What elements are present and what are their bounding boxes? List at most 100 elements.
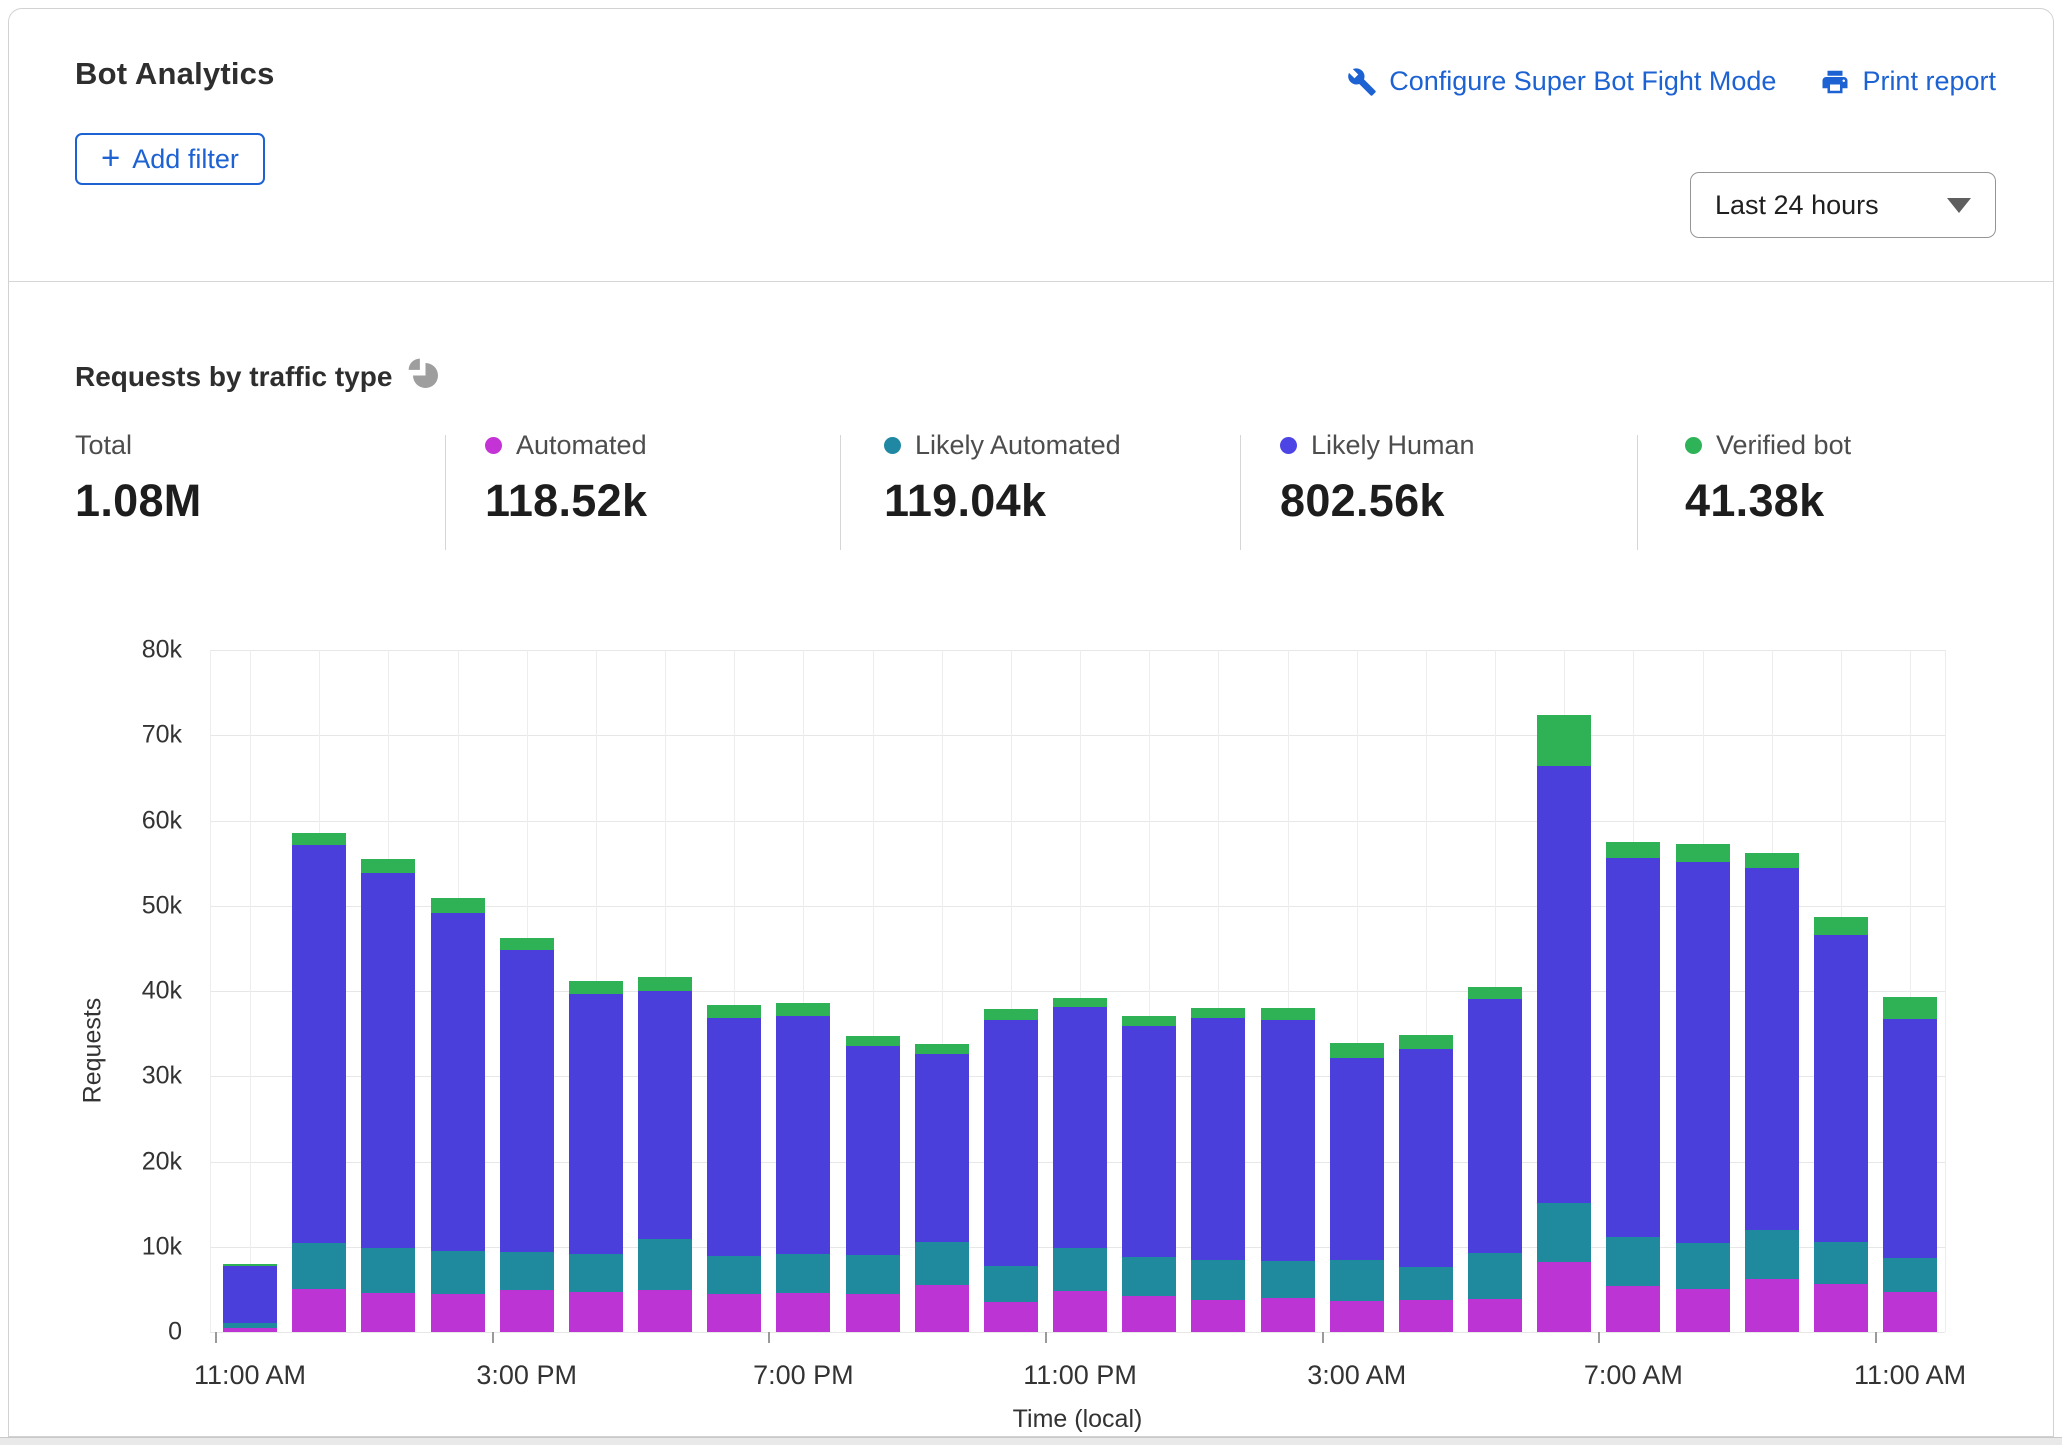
stat-divider	[1240, 435, 1241, 550]
bar-8-00-am[interactable]	[1676, 844, 1730, 1332]
section-heading: Requests by traffic type	[75, 358, 438, 395]
likely-human-segment	[431, 913, 485, 1251]
likely-automated-segment	[846, 1255, 900, 1294]
stat-likely-automated[interactable]: Likely Automated119.04k	[884, 430, 1121, 527]
automated-segment	[223, 1328, 277, 1332]
likely-human-segment	[1676, 862, 1730, 1243]
automated-segment	[846, 1294, 900, 1332]
bar-4-00-am[interactable]	[1399, 1035, 1453, 1332]
legend-dot	[884, 437, 901, 454]
likely-human-segment	[1814, 935, 1868, 1243]
bar-1-00-pm[interactable]	[361, 859, 415, 1332]
y-axis-tick-label: 0	[92, 1318, 182, 1347]
verified-bot-segment	[1399, 1035, 1453, 1049]
likely-human-segment	[1122, 1026, 1176, 1257]
stat-label: Likely Automated	[915, 430, 1121, 461]
add-filter-button[interactable]: + Add filter	[75, 133, 265, 185]
stat-label: Total	[75, 430, 132, 461]
x-axis-tick-label: 11:00 AM	[194, 1360, 306, 1391]
bar-11-00-am[interactable]	[1883, 997, 1937, 1332]
gridline-vertical	[210, 650, 211, 1332]
likely-automated-segment	[984, 1266, 1038, 1303]
legend-dot	[1685, 437, 1702, 454]
bar-12-00-pm[interactable]	[292, 833, 346, 1332]
x-axis-tick-label: 7:00 PM	[753, 1360, 854, 1391]
likely-human-segment	[1606, 858, 1660, 1237]
verified-bot-segment	[1676, 844, 1730, 862]
printer-icon	[1820, 67, 1850, 97]
bar-3-00-pm[interactable]	[500, 938, 554, 1332]
stat-divider	[445, 435, 446, 550]
verified-bot-segment	[569, 981, 623, 995]
stats-row: Total1.08M Automated118.52k Likely Automat…	[0, 430, 2062, 560]
likely-human-segment	[984, 1020, 1038, 1266]
stat-value: 41.38k	[1685, 475, 1851, 527]
legend-dot	[1280, 437, 1297, 454]
verified-bot-segment	[223, 1264, 277, 1266]
likely-automated-segment	[1122, 1257, 1176, 1296]
page-title: Bot Analytics	[75, 56, 275, 92]
likely-automated-segment	[1606, 1237, 1660, 1286]
gridline-horizontal	[210, 735, 1945, 736]
verified-bot-segment	[1883, 997, 1937, 1019]
stat-automated[interactable]: Automated118.52k	[485, 430, 647, 527]
likely-human-segment	[500, 950, 554, 1252]
gridline-horizontal	[210, 821, 1945, 822]
stat-verified-bot[interactable]: Verified bot41.38k	[1685, 430, 1851, 527]
automated-segment	[1053, 1291, 1107, 1332]
likely-human-segment	[1883, 1019, 1937, 1258]
likely-human-segment	[569, 994, 623, 1254]
bar-7-00-am[interactable]	[1606, 842, 1660, 1332]
likely-human-segment	[1261, 1020, 1315, 1261]
likely-automated-segment	[776, 1254, 830, 1293]
bar-6-00-am[interactable]	[1537, 715, 1591, 1332]
bar-11-00-am[interactable]	[223, 1264, 277, 1332]
likely-automated-segment	[1676, 1243, 1730, 1289]
automated-segment	[707, 1294, 761, 1332]
bar-2-00-am[interactable]	[1261, 1008, 1315, 1332]
y-axis-tick-label: 10k	[92, 1232, 182, 1261]
bar-12-00-am[interactable]	[1122, 1016, 1176, 1332]
verified-bot-segment	[776, 1003, 830, 1016]
print-report-link[interactable]: Print report	[1820, 66, 1996, 97]
bar-7-00-pm[interactable]	[776, 1003, 830, 1332]
likely-automated-segment	[1468, 1253, 1522, 1299]
time-range-select[interactable]: Last 24 hours	[1690, 172, 1996, 238]
bar-9-00-pm[interactable]	[915, 1044, 969, 1332]
x-axis-tick-mark	[1322, 1332, 1324, 1343]
likely-automated-segment	[1191, 1260, 1245, 1300]
automated-segment	[1330, 1301, 1384, 1332]
bar-10-00-pm[interactable]	[984, 1009, 1038, 1332]
bar-5-00-pm[interactable]	[638, 977, 692, 1332]
verified-bot-segment	[1330, 1043, 1384, 1058]
configure-super-bot-fight-mode-link[interactable]: Configure Super Bot Fight Mode	[1347, 66, 1776, 97]
automated-segment	[1399, 1300, 1453, 1332]
automated-segment	[431, 1294, 485, 1332]
likely-human-segment	[1537, 766, 1591, 1203]
bar-1-00-am[interactable]	[1191, 1008, 1245, 1332]
stat-divider	[1637, 435, 1638, 550]
bar-10-00-am[interactable]	[1814, 917, 1868, 1332]
likely-automated-segment	[1537, 1203, 1591, 1262]
bar-2-00-pm[interactable]	[431, 898, 485, 1332]
bar-5-00-am[interactable]	[1468, 987, 1522, 1332]
stat-likely-human[interactable]: Likely Human802.56k	[1280, 430, 1475, 527]
bar-3-00-am[interactable]	[1330, 1043, 1384, 1332]
stat-total: Total1.08M	[75, 430, 202, 527]
y-axis-tick-label: 60k	[92, 806, 182, 835]
bar-8-00-pm[interactable]	[846, 1036, 900, 1332]
bar-11-00-pm[interactable]	[1053, 998, 1107, 1332]
automated-segment	[1261, 1298, 1315, 1332]
x-axis-tick-label: 7:00 AM	[1584, 1360, 1683, 1391]
automated-segment	[292, 1289, 346, 1332]
likely-automated-segment	[431, 1251, 485, 1294]
automated-segment	[1745, 1279, 1799, 1332]
likely-automated-segment	[638, 1239, 692, 1290]
bar-6-00-pm[interactable]	[707, 1005, 761, 1332]
add-filter-label: Add filter	[132, 144, 239, 175]
automated-segment	[915, 1285, 969, 1332]
section-heading-label: Requests by traffic type	[75, 361, 392, 393]
plus-icon: +	[101, 141, 120, 174]
bar-9-00-am[interactable]	[1745, 853, 1799, 1332]
bar-4-00-pm[interactable]	[569, 981, 623, 1332]
